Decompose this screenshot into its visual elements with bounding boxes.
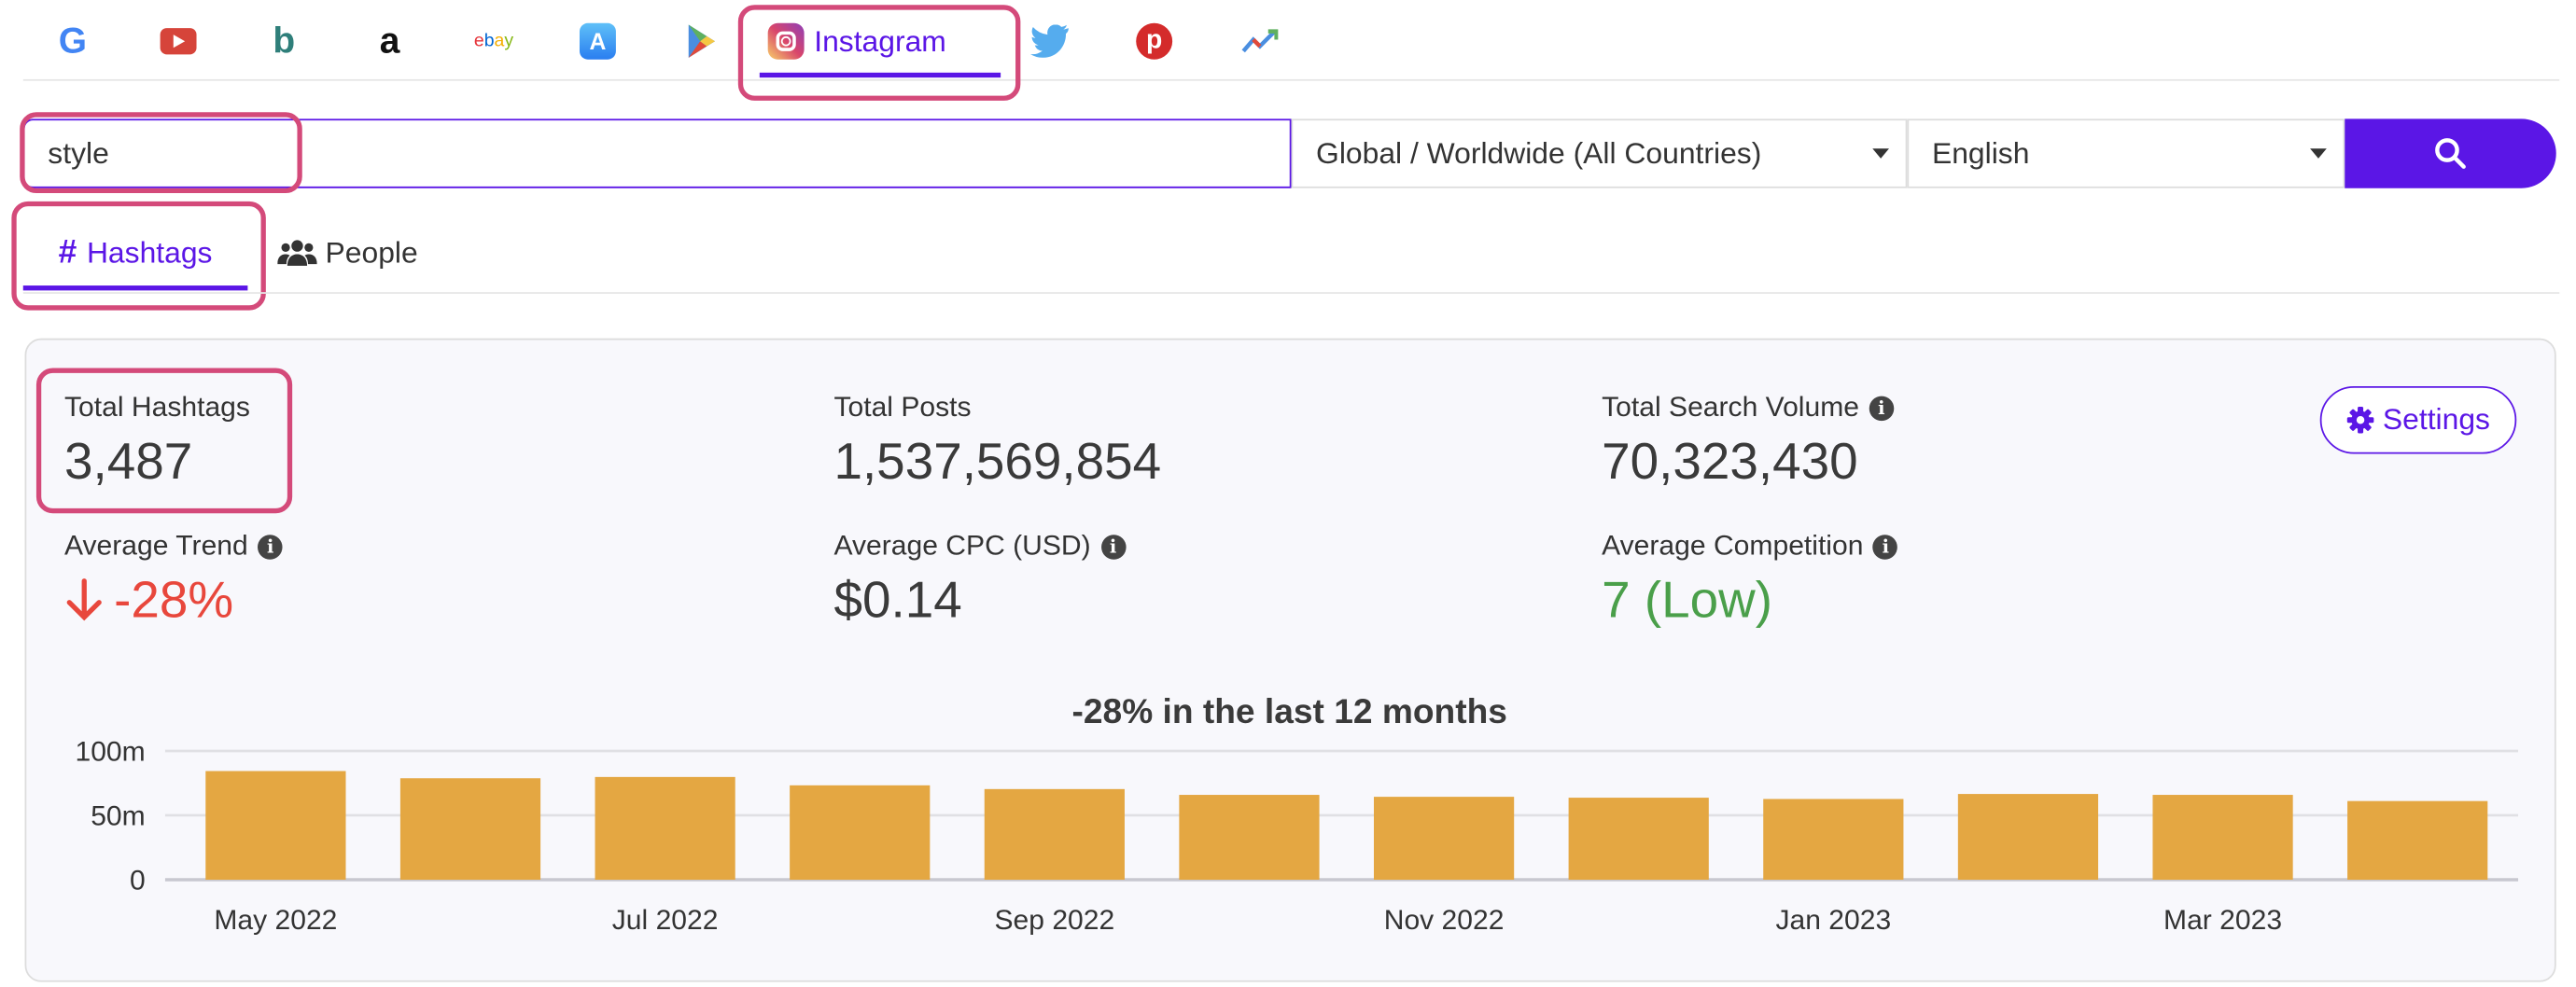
tab-people[interactable]: People [277,219,418,285]
bar [205,771,346,880]
language-value: English [1931,135,2030,170]
average-cpc-value: $0.14 [833,571,962,630]
chevron-down-icon [1872,148,1889,159]
country-select[interactable]: Global / Worldwide (All Countries) [1291,118,1908,188]
total-posts-value: 1,537,569,854 [833,432,1162,491]
app-store-icon: A [579,22,616,60]
tab-label: People [325,235,418,269]
average-trend-value: -28% [64,571,233,631]
info-icon[interactable]: i [258,534,283,559]
engine-youtube[interactable] [157,20,200,63]
search-button[interactable] [2345,118,2556,188]
engine-google[interactable]: G [51,20,94,63]
trends-icon [1241,28,1279,54]
bar [1373,797,1515,880]
chart-title: -28% in the last 12 months [1072,691,1507,730]
tabs-divider [22,292,2560,294]
total-search-volume-value: 70,323,430 [1602,432,1858,491]
engine-trends[interactable] [1239,20,1281,63]
amazon-icon: a [379,20,400,62]
arrow-down-icon [66,578,102,621]
total-posts-label: Total Posts [833,391,972,423]
y-tick-label: 50m [91,801,145,832]
x-tick-label: Sep 2022 [994,905,1114,936]
bar [2347,800,2488,880]
x-tick-label: May 2022 [214,905,337,936]
chevron-down-icon [2310,148,2327,159]
average-competition-label: Average Competition i [1602,530,1898,563]
ebay-icon: ebay [473,31,514,51]
gear-icon [2346,406,2374,434]
bar [1568,798,1709,880]
highlight-box-hashtags [11,201,266,311]
highlight-box-instagram [737,5,1021,101]
info-icon[interactable]: i [1869,395,1895,421]
bing-icon: b [273,20,296,62]
bar [1179,795,1320,880]
y-tick-label: 0 [130,866,146,897]
google-play-icon [687,23,717,60]
average-competition-value: 7 (Low) [1602,571,1773,630]
bar [399,778,541,880]
engine-pinterest[interactable]: p [1133,20,1176,63]
trend-chart: -28% in the last 12 months 0 50m 100m May 20… [75,691,2519,936]
total-search-volume-label: Total Search Volume i [1602,391,1895,424]
pinterest-icon: p [1136,22,1173,60]
average-cpc-label: Average CPC (USD) i [833,530,1126,563]
bar [2152,795,2293,880]
google-icon: G [58,20,87,62]
bar [984,788,1125,880]
engine-app-store[interactable]: A [576,20,619,63]
engine-bing[interactable]: b [262,20,305,63]
youtube-icon [160,28,197,55]
x-tick-label: Mar 2023 [2163,905,2282,936]
info-icon[interactable]: i [1873,534,1898,559]
engine-amazon[interactable]: a [369,20,412,63]
search-icon [2435,138,2466,169]
x-tick-label: Jan 2023 [1775,905,1891,936]
info-icon[interactable]: i [1100,534,1126,559]
highlight-box-total-hashtags [35,368,293,514]
average-trend-label: Average Trend i [64,530,283,563]
y-tick-label: 100m [75,737,145,768]
engine-ebay[interactable]: ebay [472,20,515,63]
bar [1957,794,2099,880]
engine-bar-divider [22,78,2560,81]
engine-google-play[interactable] [680,20,723,63]
bar [595,776,735,880]
country-value: Global / Worldwide (All Countries) [1316,135,1762,170]
bar [1763,799,1904,880]
x-tick-label: Jul 2022 [612,905,719,936]
engine-twitter[interactable] [1029,20,1071,63]
x-tick-label: Nov 2022 [1384,905,1505,936]
highlight-box-query [20,112,302,193]
people-icon [277,240,317,266]
settings-button[interactable]: Settings [2319,385,2517,454]
language-select[interactable]: English [1907,118,2345,188]
bar [790,785,931,880]
twitter-icon [1029,24,1070,58]
